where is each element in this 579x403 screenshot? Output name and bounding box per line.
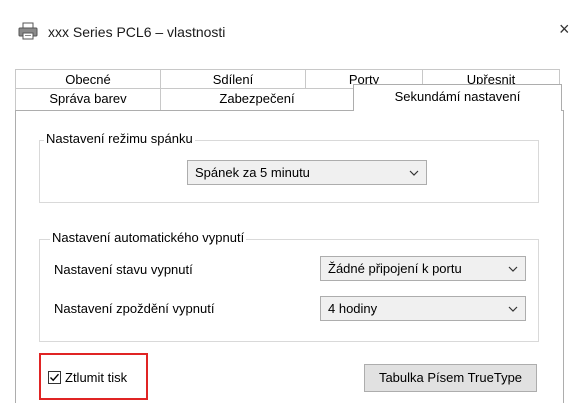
auto-off-group [39, 239, 539, 342]
checkbox-box[interactable] [48, 371, 61, 384]
truetype-table-button[interactable]: Tabulka Písem TrueType [364, 364, 537, 392]
title-bar: xxx Series PCL6 – vlastnosti × [0, 0, 579, 56]
sleep-mode-value: Spánek za 5 minutu [195, 165, 310, 180]
tab-general[interactable]: Obecné [15, 69, 161, 88]
close-icon[interactable]: × [559, 20, 570, 38]
printer-icon [18, 22, 38, 40]
off-delay-select[interactable]: 4 hodiny [320, 296, 526, 321]
off-state-label: Nastavení stavu vypnutí [54, 262, 193, 277]
chevron-down-icon [409, 170, 419, 176]
tab-color-management[interactable]: Správa barev [15, 88, 161, 110]
checkmark-icon [50, 373, 60, 382]
sleep-mode-legend: Nastavení režimu spánku [44, 131, 195, 146]
off-delay-label: Nastavení zpoždění vypnutí [54, 301, 215, 316]
off-state-value: Žádné připojení k portu [328, 261, 462, 276]
mute-print-label: Ztlumit tisk [65, 370, 128, 385]
off-delay-value: 4 hodiny [328, 301, 378, 316]
off-state-select[interactable]: Žádné připojení k portu [320, 256, 526, 281]
auto-off-legend: Nastavení automatického vypnutí [50, 230, 247, 245]
sleep-mode-select[interactable]: Spánek za 5 minutu [187, 160, 427, 185]
window-title: xxx Series PCL6 – vlastnosti [48, 24, 226, 40]
tab-security[interactable]: Zabezpečení [160, 88, 354, 110]
tab-secondary-settings[interactable]: Sekundámí nastavení [353, 84, 562, 111]
tab-sharing[interactable]: Sdílení [160, 69, 306, 88]
chevron-down-icon [508, 266, 518, 272]
mute-print-checkbox[interactable]: Ztlumit tisk [48, 370, 142, 386]
chevron-down-icon [508, 306, 518, 312]
